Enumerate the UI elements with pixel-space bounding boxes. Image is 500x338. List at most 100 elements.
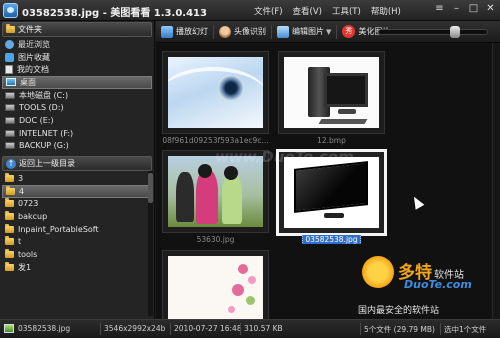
folder-icon: [5, 173, 14, 183]
sidebar-item-label: TOOLS (D:): [19, 103, 64, 113]
go-up-label: 返回上一级目录: [19, 159, 75, 169]
window-controls: ≡ – □ ✕: [434, 4, 496, 15]
thumbnail-image-pc: [284, 57, 379, 128]
folder-icon: [6, 24, 15, 33]
status-filename: 03582538.jpg: [18, 324, 71, 333]
subfolder-label: 0723: [18, 199, 39, 209]
thumbnail-caption: 53630.jpg: [196, 235, 235, 244]
status-filesize: 310.57 KB: [244, 324, 283, 333]
thumbnail-image-webcam: [168, 57, 263, 128]
drive-icon: [5, 116, 15, 124]
sidebar-item-drive-e[interactable]: DOC (E:): [0, 114, 154, 127]
thumbnail-item[interactable]: [278, 51, 385, 134]
menu-help[interactable]: 帮助(H): [371, 5, 401, 17]
subfolder-item[interactable]: 发1: [0, 261, 154, 274]
face-recognition-button[interactable]: 头像识别: [219, 23, 266, 41]
status-divider: [440, 323, 441, 335]
zoom-slider[interactable]: [378, 26, 488, 38]
subfolder-item[interactable]: 3: [0, 172, 154, 185]
subfolder-item-selected[interactable]: 4: [2, 184, 152, 198]
slideshow-button[interactable]: 播放幻灯: [161, 23, 208, 41]
thumbnail-item[interactable]: [162, 51, 269, 134]
thumbnail-caption: 12.bmp: [317, 136, 346, 145]
subfolder-label: bakcup: [18, 212, 48, 222]
subfolder-label: tools: [18, 250, 38, 260]
thumbnail-image-monitor: [284, 157, 379, 228]
sidebar-item-label: 本地磁盘 (C:): [19, 90, 69, 100]
menu-file[interactable]: 文件(F): [254, 5, 283, 17]
folders-header-label: 文件夹: [18, 25, 42, 34]
image-file-icon: [4, 324, 14, 333]
edit-image-icon: [277, 25, 289, 38]
sidebar-item-label: BACKUP (G:): [19, 141, 69, 151]
go-up-button[interactable]: ↑ 返回上一级目录: [2, 156, 152, 172]
face-label: 头像识别: [234, 27, 266, 36]
star-icon: [5, 52, 14, 62]
zoom-slider-knob[interactable]: [450, 26, 460, 38]
subfolder-item[interactable]: bakcup: [0, 210, 154, 223]
menu-view[interactable]: 查看(V): [293, 5, 322, 17]
menu-tools[interactable]: 工具(T): [332, 5, 361, 17]
sidebar-item-my-documents[interactable]: 我的文档: [0, 63, 154, 76]
edit-label: 编辑图片: [292, 27, 324, 36]
folder-sidebar: 文件夹 最近浏览 图片收藏 我的文档 桌面 本地磁盘 (C:) TOOLS (D…: [0, 21, 155, 319]
toolbar: 播放幻灯 头像识别 编辑图片 ▼ 秀 美化图片: [156, 21, 500, 43]
sidebar-item-label: INTELNET (F:): [19, 128, 74, 138]
sidebar-scrollbar[interactable]: [148, 171, 153, 316]
chevron-down-icon[interactable]: ▼: [326, 28, 331, 36]
thumbnail-caption-selected[interactable]: 03582538.jpg: [274, 235, 389, 244]
folder-icon: [5, 249, 14, 259]
sidebar-item-favorites[interactable]: 图片收藏: [0, 51, 154, 64]
arrow-up-icon: ↑: [6, 158, 16, 169]
maximize-button[interactable]: □: [468, 4, 479, 15]
edit-image-button[interactable]: 编辑图片 ▼: [277, 23, 331, 41]
sidebar-scrollbar-thumb[interactable]: [148, 173, 153, 203]
desktop-icon: [6, 78, 16, 87]
subfolder-item[interactable]: t: [0, 236, 154, 249]
folder-icon: [5, 261, 14, 271]
sidebar-item-label: 图片收藏: [18, 52, 50, 62]
folder-icon: [5, 236, 14, 246]
thumbnail-caption: 08f961d09253f593a1ec9c...: [162, 136, 269, 145]
sidebar-item-recent[interactable]: 最近浏览: [0, 38, 154, 51]
face-icon: [219, 25, 231, 38]
subfolder-label: 4: [19, 186, 25, 196]
sidebar-item-drive-d[interactable]: TOOLS (D:): [0, 101, 154, 114]
status-datetime: 2010-07-27 16:48: [174, 324, 242, 333]
subfolder-label: 发1: [18, 262, 32, 272]
folders-section-header[interactable]: 文件夹: [2, 22, 152, 37]
drive-icon: [5, 142, 15, 150]
subfolder-label: 3: [18, 174, 24, 184]
status-dimensions: 3546x2992x24b: [104, 324, 166, 333]
logo-slogan: 国内最安全的软件站: [358, 306, 440, 316]
status-divider: [170, 323, 171, 335]
sidebar-item-drive-f[interactable]: INTELNET (F:): [0, 127, 154, 140]
status-bar: 03582538.jpg 3546x2992x24b 2010-07-27 16…: [0, 319, 500, 338]
status-divider: [360, 323, 361, 335]
close-button[interactable]: ✕: [485, 4, 496, 15]
subfolder-label: Inpaint_PortableSoft: [18, 224, 99, 234]
slideshow-icon: [161, 25, 173, 38]
menu-button-icon[interactable]: ≡: [434, 4, 445, 15]
folder-icon: [6, 185, 15, 195]
toolbar-divider: [213, 24, 214, 39]
status-selection: 选中1个文件: [444, 325, 487, 334]
window-title: 03582538.jpg - 美图看看 1.3.0.413: [22, 8, 207, 19]
status-file-count: 5个文件 (29.79 MB): [364, 325, 435, 334]
subfolder-item[interactable]: Inpaint_PortableSoft: [0, 223, 154, 236]
subfolder-item[interactable]: tools: [0, 248, 154, 261]
slideshow-label: 播放幻灯: [176, 27, 208, 36]
sidebar-item-label: 桌面: [20, 77, 36, 87]
folder-icon: [5, 211, 14, 221]
thumbnail-item[interactable]: [162, 250, 269, 319]
beautify-icon: 秀: [342, 25, 356, 38]
sidebar-item-drive-c[interactable]: 本地磁盘 (C:): [0, 89, 154, 102]
sidebar-item-drive-g[interactable]: BACKUP (G:): [0, 140, 154, 153]
sidebar-item-desktop[interactable]: 桌面: [2, 76, 152, 89]
minimize-button[interactable]: –: [451, 4, 462, 15]
watermark-text: www.DuoTe.com: [215, 148, 354, 166]
sidebar-item-label: 最近浏览: [18, 39, 50, 49]
thumbnail-image-card: [168, 256, 263, 319]
subfolder-item[interactable]: 0723: [0, 198, 154, 211]
duote-logo-icon: [362, 256, 394, 288]
